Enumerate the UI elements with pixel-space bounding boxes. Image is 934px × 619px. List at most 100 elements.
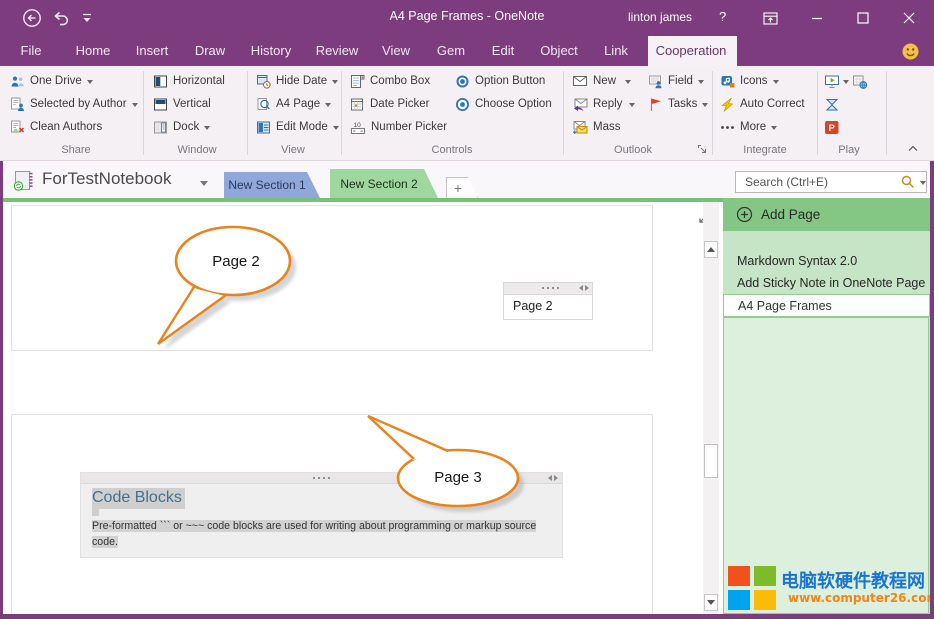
group-separator bbox=[247, 71, 248, 155]
tab-draw[interactable]: Draw bbox=[195, 36, 225, 66]
tab-home[interactable]: Home bbox=[76, 36, 111, 66]
bubble-page3-text[interactable]: Page 3 bbox=[413, 469, 503, 486]
date-picker-icon bbox=[350, 97, 365, 112]
dropdown-caret bbox=[843, 80, 849, 84]
dock-icon bbox=[153, 120, 168, 135]
more-button[interactable]: More bbox=[720, 117, 777, 137]
watermark-logo-square-yellow bbox=[754, 590, 776, 610]
scroll-up-button[interactable] bbox=[704, 241, 718, 258]
dropdown-caret bbox=[204, 126, 210, 130]
tab-object[interactable]: Object bbox=[540, 36, 578, 66]
container-resize-handle[interactable] bbox=[579, 285, 589, 291]
selected-by-author-icon bbox=[10, 97, 25, 112]
search-scope-caret[interactable] bbox=[920, 181, 926, 185]
number-picker-button[interactable]: 10 Number Picker bbox=[350, 117, 447, 137]
web-grid-button[interactable] bbox=[852, 71, 868, 91]
one-drive-icon bbox=[10, 74, 25, 89]
search-input[interactable] bbox=[743, 174, 887, 190]
option-button-icon bbox=[455, 74, 470, 89]
hide-date-button[interactable]: Hide Date bbox=[256, 71, 338, 91]
ribbon-display-options-button[interactable] bbox=[755, 6, 785, 30]
group-separator bbox=[143, 71, 144, 155]
dropdown-caret bbox=[87, 80, 93, 84]
edit-mode-icon bbox=[256, 120, 271, 135]
tab-link[interactable]: Link bbox=[604, 36, 628, 66]
tab-file[interactable]: File bbox=[21, 36, 42, 66]
tab-review[interactable]: Review bbox=[316, 36, 359, 66]
horizontal-button[interactable]: Horizontal bbox=[153, 71, 225, 91]
page-list-item[interactable]: Add Sticky Note in OneNote Page bbox=[723, 272, 930, 294]
close-button[interactable] bbox=[894, 6, 924, 30]
container-text[interactable]: Page 2 bbox=[504, 295, 592, 313]
tab-edit[interactable]: Edit bbox=[492, 36, 514, 66]
auto-correct-icon bbox=[720, 97, 735, 112]
field-button[interactable]: Field bbox=[648, 71, 704, 91]
code-blocks-text[interactable]: Pre-formatted ``` or ~~~ code blocks are… bbox=[92, 518, 558, 550]
icons-button[interactable]: Icons bbox=[720, 71, 779, 91]
auto-correct-button[interactable]: Auto Correct bbox=[720, 94, 805, 114]
code-blocks-heading[interactable]: Code Blocks bbox=[92, 488, 185, 509]
tab-history[interactable]: History bbox=[251, 36, 291, 66]
edit-mode-button[interactable]: Edit Mode bbox=[256, 117, 339, 137]
minimize-button[interactable] bbox=[802, 6, 832, 30]
dropdown-caret bbox=[702, 103, 708, 107]
note-container-page2[interactable]: Page 2 bbox=[503, 282, 593, 320]
group-label-share: Share bbox=[61, 144, 90, 156]
account-name[interactable]: linton james bbox=[628, 10, 692, 24]
maximize-button[interactable] bbox=[848, 6, 878, 30]
collapse-ribbon-icon[interactable] bbox=[906, 142, 920, 154]
selected-by-author-button[interactable]: Selected by Author bbox=[10, 94, 138, 114]
number-picker-icon: 10 bbox=[350, 120, 366, 135]
vertical-scrollbar[interactable] bbox=[703, 202, 719, 614]
tab-gem[interactable]: Gem bbox=[437, 36, 465, 66]
vertical-button[interactable]: Vertical bbox=[153, 94, 211, 114]
add-page-header[interactable]: Add Page bbox=[723, 198, 930, 231]
onenote-window: A4 Page Frames - OneNote linton james ? … bbox=[0, 0, 934, 619]
notebook-icon[interactable] bbox=[13, 170, 36, 192]
choose-option-button[interactable]: Choose Option bbox=[455, 94, 552, 114]
slideshow-button[interactable] bbox=[824, 71, 849, 91]
date-picker-button[interactable]: Date Picker bbox=[350, 94, 429, 114]
container-grip[interactable] bbox=[313, 477, 330, 479]
smiley-feedback-icon[interactable] bbox=[902, 43, 919, 60]
speech-bubble-page3[interactable] bbox=[355, 405, 580, 520]
tab-cooperation[interactable]: Cooperation bbox=[656, 36, 727, 66]
container-grip[interactable] bbox=[542, 287, 559, 289]
search-icon bbox=[901, 175, 914, 189]
window-border-left bbox=[0, 161, 3, 619]
hourglass-icon bbox=[824, 97, 840, 112]
speech-bubble-page2[interactable] bbox=[120, 210, 325, 360]
tab-insert[interactable]: Insert bbox=[136, 36, 169, 66]
notebook-title[interactable]: ForTestNotebook bbox=[42, 169, 171, 189]
tasks-button[interactable]: Tasks bbox=[648, 94, 708, 114]
tab-view[interactable]: View bbox=[382, 36, 410, 66]
one-drive-button[interactable]: One Drive bbox=[10, 71, 93, 91]
help-button[interactable]: ? bbox=[719, 9, 726, 24]
section-tab-1[interactable]: New Section 1 bbox=[224, 172, 320, 198]
hourglass-button[interactable] bbox=[824, 94, 840, 114]
dropdown-caret bbox=[629, 103, 635, 107]
powerpoint-button[interactable]: P bbox=[824, 117, 840, 137]
section-tab-2-active[interactable]: New Section 2 bbox=[330, 169, 438, 198]
combo-box-button[interactable]: Combo Box bbox=[350, 71, 430, 91]
scroll-down-button[interactable] bbox=[704, 594, 718, 611]
search-box[interactable] bbox=[735, 171, 927, 193]
a4-page-button[interactable]: A4 Page bbox=[256, 94, 331, 114]
clean-authors-button[interactable]: Clean Authors bbox=[10, 117, 102, 137]
dock-button[interactable]: Dock bbox=[153, 117, 210, 137]
page-list-item-active[interactable]: A4 Page Frames bbox=[723, 294, 930, 317]
bubble-page2-text[interactable]: Page 2 bbox=[191, 253, 281, 270]
notebook-dropdown-caret[interactable] bbox=[200, 181, 208, 186]
reply-icon bbox=[572, 97, 588, 111]
group-separator bbox=[563, 71, 564, 155]
option-button-button[interactable]: Option Button bbox=[455, 71, 545, 91]
page-list-item[interactable]: Markdown Syntax 2.0 bbox=[723, 250, 930, 272]
powerpoint-icon: P bbox=[824, 120, 840, 135]
dropdown-caret bbox=[625, 80, 631, 84]
new-mail-button[interactable]: New bbox=[572, 71, 631, 91]
reply-button[interactable]: Reply bbox=[572, 94, 635, 114]
outlook-dialog-launcher-icon[interactable] bbox=[697, 144, 708, 155]
choose-option-icon bbox=[455, 97, 470, 112]
mass-button[interactable]: Mass bbox=[572, 117, 620, 137]
scrollbar-thumb[interactable] bbox=[704, 444, 718, 478]
